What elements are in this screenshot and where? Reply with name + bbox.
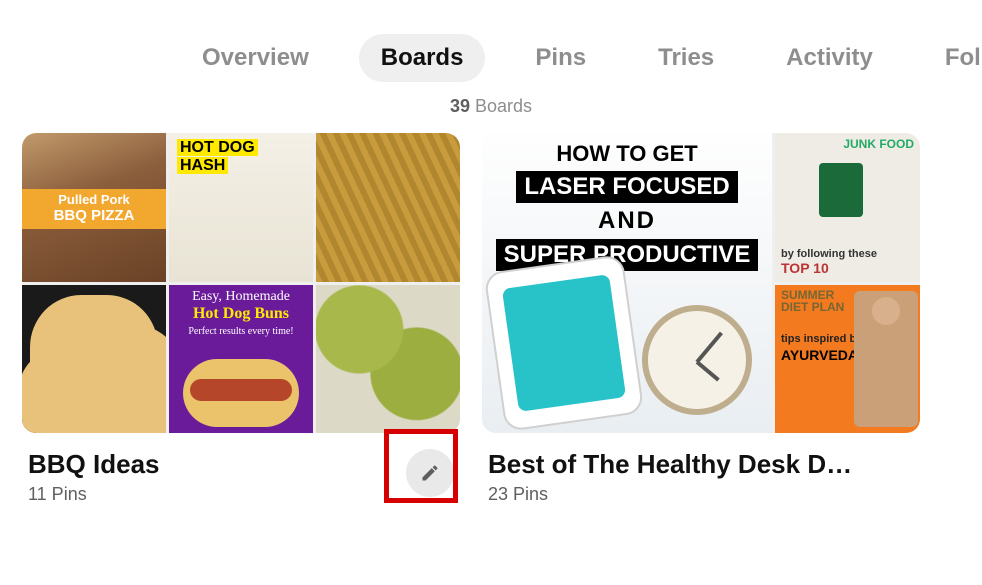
collage-tile [316,133,460,282]
tab-pins[interactable]: Pins [513,34,608,82]
collage-tile: JUNK FOOD by following these TOP 10 [775,133,920,282]
collage-caption: by following these TOP 10 [781,248,877,276]
tab-followers[interactable]: Followers [923,34,982,82]
boards-grid: Pulled Pork BBQ PIZZA HOT DOG HASH Easy,… [0,133,982,515]
board-meta: BBQ Ideas 11 Pins [22,433,460,515]
board-collage: Pulled Pork BBQ PIZZA HOT DOG HASH Easy,… [22,133,460,433]
tab-activity[interactable]: Activity [764,34,895,82]
collage-caption: tips inspired by [781,333,862,345]
clock-illustration [642,305,752,415]
phone-illustration [484,254,645,432]
board-pin-count: 11 Pins [28,484,160,505]
profile-tabs: Overview Boards Pins Tries Activity Foll… [0,0,982,88]
pencil-icon [420,463,440,483]
collage-caption: HOT DOG HASH [177,139,258,175]
collage-tile: SUMMER DIET PLAN tips inspired by AYURVE… [775,285,920,434]
cup-illustration [819,163,863,217]
collage-caption: AYURVEDA [781,347,858,363]
tab-overview[interactable]: Overview [180,34,331,82]
board-title: BBQ Ideas [28,449,160,480]
collage-caption: Easy, Homemade Hot Dog Buns Perfect resu… [169,289,313,339]
collage-tile: Pulled Pork BBQ PIZZA [22,133,166,282]
board-title: Best of The Healthy Desk D… [488,449,852,480]
boards-count: 39 Boards [0,88,982,133]
tab-boards[interactable]: Boards [359,34,486,82]
board-card[interactable]: Pulled Pork BBQ PIZZA HOT DOG HASH Easy,… [22,133,460,515]
collage-caption: HOW TO GET LASER FOCUSED AND SUPER PRODU… [482,141,772,275]
collage-caption: SUMMER DIET PLAN [781,289,850,314]
collage-caption: Pulled Pork BBQ PIZZA [22,189,166,229]
collage-tile [22,285,166,434]
collage-tile: HOT DOG HASH [169,133,313,282]
edit-board-button[interactable] [406,449,454,497]
boards-count-number: 39 [450,96,470,116]
board-pin-count: 23 Pins [488,484,852,505]
person-illustration [854,291,918,428]
board-collage: HOW TO GET LASER FOCUSED AND SUPER PRODU… [482,133,920,433]
tab-tries[interactable]: Tries [636,34,736,82]
board-card[interactable]: HOW TO GET LASER FOCUSED AND SUPER PRODU… [482,133,920,515]
boards-count-unit: Boards [475,96,532,116]
collage-tile: HOW TO GET LASER FOCUSED AND SUPER PRODU… [482,133,772,433]
collage-tile [316,285,460,434]
collage-tile: Easy, Homemade Hot Dog Buns Perfect resu… [169,285,313,434]
collage-caption: JUNK FOOD [843,137,914,151]
board-meta: Best of The Healthy Desk D… 23 Pins [482,433,920,515]
